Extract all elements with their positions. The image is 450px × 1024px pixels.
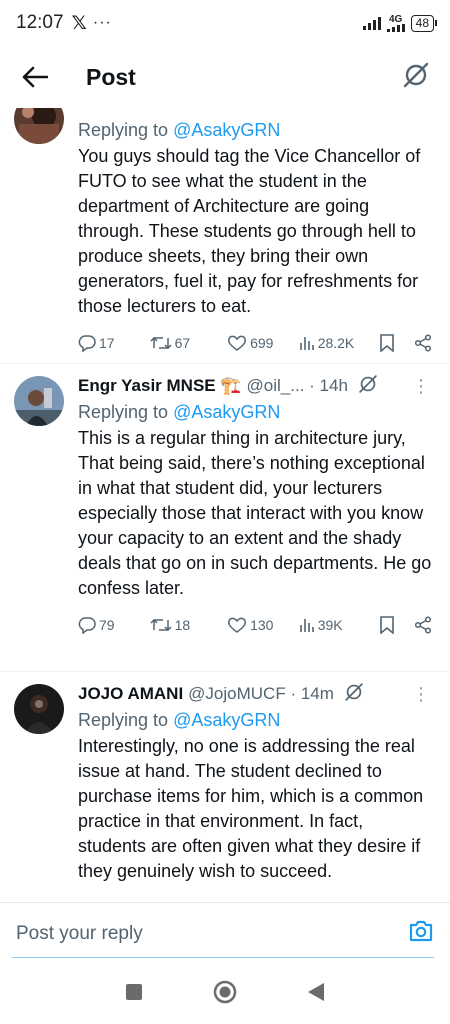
author-name[interactable]: Engr Yasir MNSE 🏗️ [78, 376, 242, 396]
tweet-text: You guys should tag the Vice Chancellor … [78, 146, 421, 316]
heart-icon [228, 617, 247, 633]
heart-icon [228, 335, 247, 351]
bookmark-button[interactable] [380, 616, 414, 634]
camera-button[interactable] [408, 919, 434, 948]
author-name[interactable]: JOJO AMANI [78, 684, 183, 704]
bookmark-button[interactable] [380, 334, 414, 352]
network-type: 4G [386, 14, 405, 32]
back-button[interactable] [20, 62, 50, 92]
signal-icon [362, 16, 381, 30]
battery-icon: 48 [410, 14, 438, 32]
back-nav-button[interactable] [307, 982, 325, 1007]
like-count: 699 [250, 335, 274, 351]
share-button[interactable] [414, 334, 432, 352]
more-options-icon[interactable]: ⋮ [412, 684, 432, 705]
replying-to-line: Replying to @AsakyGRN [78, 402, 281, 422]
replying-to-line: Replying to @AsakyGRN [78, 710, 281, 730]
reply-tweet[interactable]: Replying to @AsakyGRN You guys should ta… [0, 108, 450, 364]
grok-button[interactable] [344, 682, 364, 707]
circle-icon [213, 980, 237, 1003]
author-handle[interactable]: @JojoMUCF · 14m [188, 684, 334, 704]
home-button[interactable] [213, 980, 237, 1009]
grok-icon [345, 682, 363, 701]
like-button[interactable]: 699 [227, 334, 299, 352]
system-navigation-bar [0, 964, 450, 1024]
reply-button[interactable]: 17 [78, 334, 150, 352]
reply-button[interactable]: 79 [78, 616, 150, 634]
views-icon [299, 619, 314, 632]
more-notifications-icon: ··· [92, 14, 112, 31]
views-icon [299, 337, 314, 350]
reply-count: 79 [99, 617, 115, 633]
reply-icon [78, 617, 96, 634]
recents-button[interactable] [125, 983, 143, 1006]
avatar[interactable] [14, 684, 64, 734]
like-count: 130 [250, 617, 274, 633]
status-time: 12:07 [16, 12, 64, 33]
reply-input[interactable]: Post your reply [16, 923, 143, 945]
reply-tweet[interactable]: JOJO AMANI @JojoMUCF · 14m ⋮ Replying to… [0, 672, 450, 902]
reply-icon [78, 335, 96, 352]
reply-tweet[interactable]: Engr Yasir MNSE 🏗️ @oil_... · 14h ⋮ Repl… [0, 364, 450, 672]
views-button[interactable]: 39K [299, 617, 381, 633]
input-underline [12, 957, 434, 958]
camera-icon [409, 920, 433, 942]
status-bar: 12:07 𝕏 ··· 4G 48 [0, 0, 450, 46]
mention-link[interactable]: @AsakyGRN [173, 402, 280, 422]
grok-button[interactable] [402, 61, 430, 94]
views-button[interactable]: 28.2K [299, 335, 381, 351]
reply-count: 17 [99, 335, 115, 351]
reply-feed[interactable]: Replying to @AsakyGRN You guys should ta… [0, 108, 450, 902]
grok-button[interactable] [358, 374, 378, 399]
bookmark-icon [380, 334, 395, 352]
arrow-left-icon [22, 66, 48, 88]
repost-icon [150, 336, 172, 350]
share-icon [414, 334, 432, 352]
replying-to-line: Replying to @AsakyGRN [78, 120, 281, 140]
grok-icon [359, 374, 377, 393]
mention-link[interactable]: @AsakyGRN [173, 710, 280, 730]
views-count: 28.2K [317, 335, 355, 351]
grok-icon [403, 62, 429, 87]
mention-link[interactable]: @AsakyGRN [173, 120, 280, 140]
author-handle[interactable]: @oil_... · 14h [247, 376, 348, 396]
like-button[interactable]: 130 [227, 616, 299, 634]
tweet-actions: 79 18 130 39K [78, 601, 432, 649]
tweet-actions: 17 67 699 28.2K [78, 319, 432, 367]
views-count: 39K [317, 617, 343, 633]
x-app-icon: 𝕏 [71, 12, 87, 34]
top-app-bar: Post [0, 46, 450, 108]
reply-composer[interactable]: Post your reply [0, 902, 450, 964]
repost-button[interactable]: 18 [150, 616, 228, 634]
share-button[interactable] [414, 616, 432, 634]
page-title: Post [86, 63, 136, 90]
tweet-text: Interestingly, no one is addressing the … [78, 736, 424, 881]
more-options-icon[interactable]: ⋮ [412, 376, 432, 397]
square-icon [126, 983, 142, 1000]
avatar[interactable] [14, 376, 64, 426]
repost-count: 18 [174, 617, 191, 633]
repost-icon [150, 618, 172, 632]
triangle-back-icon [308, 982, 324, 1001]
repost-button[interactable]: 67 [150, 334, 228, 352]
repost-count: 67 [174, 335, 191, 351]
avatar[interactable] [14, 108, 64, 144]
share-icon [414, 616, 432, 634]
bookmark-icon [380, 616, 395, 634]
tweet-text: This is a regular thing in architecture … [78, 428, 432, 598]
